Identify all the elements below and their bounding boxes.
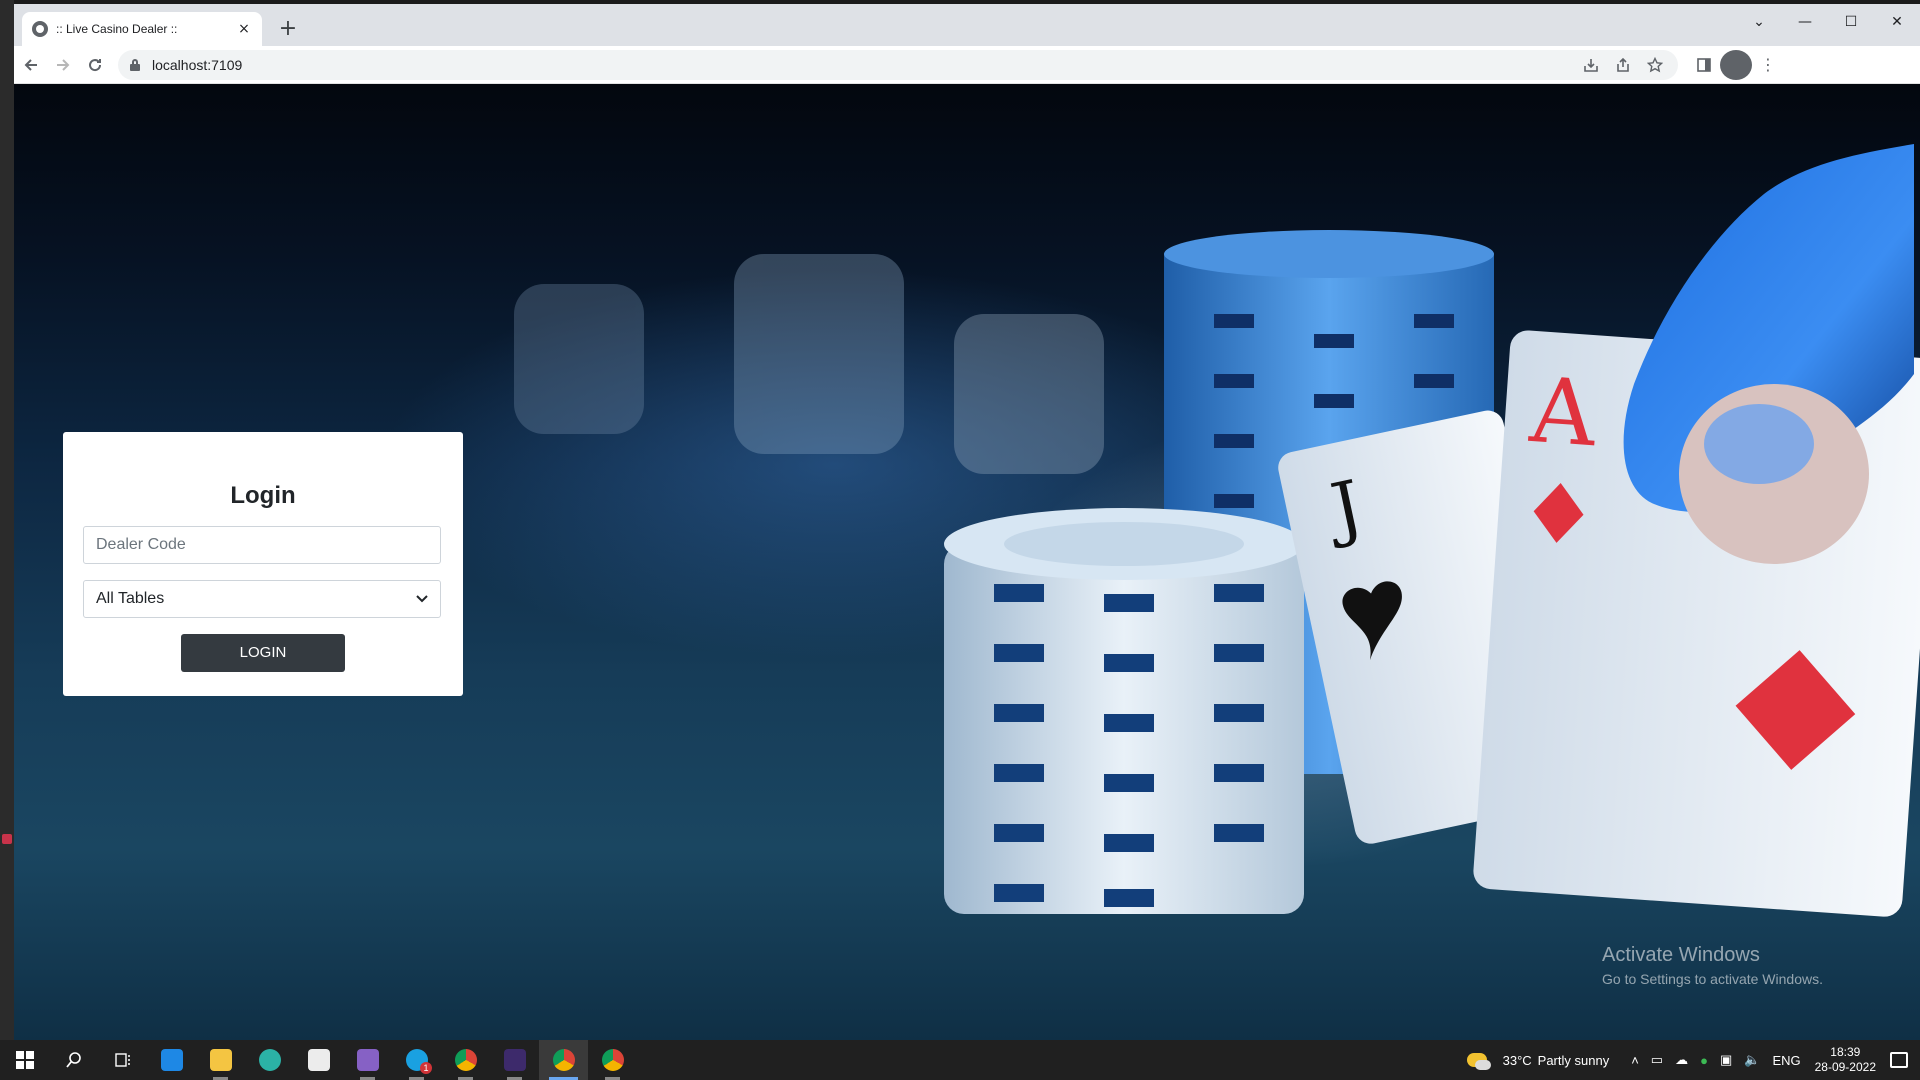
new-tab-button[interactable]: + xyxy=(274,16,302,44)
avatar-icon xyxy=(1720,49,1752,80)
arrow-left-icon xyxy=(24,58,37,71)
taskbar: 1 33°C Partly sunny ˄ ▭ ☁ ● ▣ 🔈 ENG 18:3… xyxy=(0,1040,1920,1080)
tab-title: :: Live Casino Dealer :: xyxy=(56,22,178,36)
task-view-button[interactable] xyxy=(98,1040,147,1080)
taskbar-store[interactable] xyxy=(294,1040,343,1080)
lock-icon[interactable] xyxy=(130,58,140,71)
edge-icon xyxy=(258,1049,281,1071)
weather-text[interactable]: Partly sunny xyxy=(1538,1053,1610,1068)
search-button[interactable] xyxy=(49,1040,98,1080)
folder-icon xyxy=(209,1049,232,1071)
clock[interactable]: 18:39 28-09-2022 xyxy=(1815,1045,1876,1075)
url-text[interactable]: localhost:7109 xyxy=(152,57,1580,73)
terminal-icon xyxy=(503,1049,526,1071)
skype-badge: 1 xyxy=(420,1062,432,1074)
close-tab-icon[interactable]: × xyxy=(236,21,252,37)
store-icon xyxy=(307,1049,330,1071)
back-button[interactable] xyxy=(16,50,46,80)
activate-windows-watermark: Activate Windows Go to Settings to activ… xyxy=(1602,944,1823,987)
mail-icon xyxy=(160,1049,183,1071)
chevron-down-icon xyxy=(416,595,428,603)
watermark-subtitle: Go to Settings to activate Windows. xyxy=(1602,971,1823,987)
watermark-title: Activate Windows xyxy=(1602,944,1760,966)
taskbar-skype[interactable]: 1 xyxy=(392,1040,441,1080)
globe-icon xyxy=(32,21,48,37)
chrome-icon xyxy=(601,1049,624,1071)
browser-tab[interactable]: :: Live Casino Dealer :: × xyxy=(22,12,262,46)
search-icon xyxy=(65,1052,81,1068)
notification-icon[interactable] xyxy=(1890,1052,1908,1068)
taskbar-file-explorer[interactable] xyxy=(196,1040,245,1080)
dealer-code-input[interactable]: Dealer Code xyxy=(83,526,441,564)
reload-button[interactable] xyxy=(80,50,110,80)
taskbar-edge[interactable] xyxy=(245,1040,294,1080)
chrome-icon xyxy=(454,1049,477,1071)
language-indicator[interactable]: ENG xyxy=(1772,1053,1800,1068)
background-window-strip xyxy=(0,0,14,1040)
clock-time: 18:39 xyxy=(1830,1045,1861,1059)
browser-window: :: Live Casino Dealer :: × + ⌄ — ☐ ✕ loc… xyxy=(14,4,1920,1040)
taskbar-terminal[interactable] xyxy=(490,1040,539,1080)
svg-text:A: A xyxy=(1526,358,1600,467)
system-tray: 33°C Partly sunny ˄ ▭ ☁ ● ▣ 🔈 ENG 18:39 … xyxy=(1466,1040,1920,1080)
arrow-right-icon xyxy=(57,58,70,71)
profile-button[interactable] xyxy=(1720,49,1752,80)
meet-now-icon[interactable]: ▭ xyxy=(1651,1052,1663,1068)
taskbar-visual-studio[interactable] xyxy=(343,1040,392,1080)
share-icon[interactable] xyxy=(1612,54,1634,76)
visual-studio-icon xyxy=(356,1049,379,1071)
chevron-up-icon[interactable]: ˄ xyxy=(1631,1053,1639,1068)
login-button[interactable]: LOGIN xyxy=(181,634,345,672)
security-icon[interactable]: ● xyxy=(1700,1053,1708,1068)
task-view-icon xyxy=(114,1053,130,1067)
forward-button[interactable] xyxy=(48,50,78,80)
side-panel-icon[interactable] xyxy=(1688,50,1720,80)
onedrive-icon[interactable]: ☁ xyxy=(1675,1052,1688,1068)
page-viewport: J A Login Dealer Code All Tables LOGIN A… xyxy=(14,84,1920,1040)
clock-date: 28-09-2022 xyxy=(1814,1060,1876,1074)
tab-search-chevron-icon[interactable]: ⌄ xyxy=(1736,4,1782,40)
tab-strip: :: Live Casino Dealer :: × + ⌄ — ☐ ✕ xyxy=(14,4,1920,46)
table-select-value: All Tables xyxy=(96,590,165,607)
window-controls: ⌄ — ☐ ✕ xyxy=(1736,4,1920,40)
close-window-button[interactable]: ✕ xyxy=(1874,4,1920,40)
address-bar[interactable]: localhost:7109 xyxy=(118,49,1678,80)
kebab-menu-icon[interactable]: ⋮ xyxy=(1752,50,1784,80)
maximize-button[interactable]: ☐ xyxy=(1828,4,1874,40)
network-icon[interactable]: ▣ xyxy=(1720,1052,1732,1068)
partly-sunny-icon[interactable] xyxy=(1466,1053,1491,1070)
login-card: Login Dealer Code All Tables LOGIN xyxy=(63,432,463,696)
volume-icon[interactable]: 🔈 xyxy=(1744,1052,1760,1068)
reload-icon xyxy=(89,58,102,71)
install-icon[interactable] xyxy=(1580,54,1602,76)
taskbar-chrome-1[interactable] xyxy=(441,1040,490,1080)
star-icon[interactable] xyxy=(1644,54,1666,76)
table-select[interactable]: All Tables xyxy=(83,580,441,618)
app-icon xyxy=(2,834,12,844)
minimize-button[interactable]: — xyxy=(1782,4,1828,40)
weather-temp[interactable]: 33°C xyxy=(1503,1053,1532,1068)
taskbar-chrome-2[interactable] xyxy=(539,1040,588,1080)
login-title: Login xyxy=(230,482,296,509)
windows-logo-icon xyxy=(15,1051,34,1069)
chrome-icon xyxy=(552,1049,575,1071)
taskbar-mail[interactable] xyxy=(147,1040,196,1080)
taskbar-chrome-3[interactable] xyxy=(588,1040,637,1080)
browser-toolbar: localhost:7109 ⋮ xyxy=(14,46,1920,84)
start-button[interactable] xyxy=(0,1040,49,1080)
